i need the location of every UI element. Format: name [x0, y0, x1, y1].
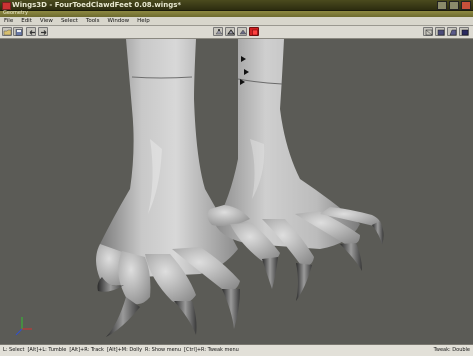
menu-window[interactable]: Window	[103, 17, 133, 25]
close-button[interactable]	[461, 1, 471, 10]
app-icon	[2, 2, 11, 10]
edge-mode-icon[interactable]	[225, 27, 235, 36]
menu-file[interactable]: File	[0, 17, 17, 25]
smooth-shaded-icon[interactable]	[435, 27, 445, 36]
menu-bar: File Edit View Select Tools Window Help	[0, 17, 473, 26]
undo-icon[interactable]	[26, 27, 36, 36]
minimize-button[interactable]	[437, 1, 447, 10]
maximize-button[interactable]	[449, 1, 459, 10]
hint-tumble: [Alt]+L: Tumble	[27, 347, 67, 353]
title-bar: Wings3D - FourToedClawdFeet 0.08.wings*	[0, 0, 473, 11]
flat-shaded-icon[interactable]	[459, 27, 469, 36]
hint-track: [Alt]+R: Track	[69, 347, 104, 353]
menu-help[interactable]: Help	[133, 17, 154, 25]
viewport-3d[interactable]	[0, 39, 473, 343]
menu-view[interactable]: View	[36, 17, 57, 25]
hint-show-menu: R: Show menu	[145, 347, 182, 353]
vertex-mode-icon[interactable]	[213, 27, 223, 36]
axis-gizmo	[15, 317, 32, 336]
hint-tweak-menu: [Ctrl]+R: Tweak menu	[184, 347, 239, 353]
perspective-icon[interactable]	[447, 27, 457, 36]
save-icon[interactable]	[13, 27, 23, 36]
toolbar	[0, 26, 473, 39]
redo-icon[interactable]	[38, 27, 48, 36]
wireframe-icon[interactable]	[423, 27, 433, 36]
folder-open-icon[interactable]	[2, 27, 12, 36]
status-bar: L: Select [Alt]+L: Tumble [Alt]+R: Track…	[0, 344, 473, 356]
tweak-status: Tweak: Double	[433, 347, 470, 353]
menu-select[interactable]: Select	[57, 17, 82, 25]
hint-select: L: Select	[3, 347, 25, 353]
window-title: Wings3D - FourToedClawdFeet 0.08.wings*	[12, 1, 182, 9]
feet-model	[15, 39, 384, 337]
geometry-label: Geometry	[3, 10, 28, 16]
menu-edit[interactable]: Edit	[17, 17, 36, 25]
body-mode-icon[interactable]	[249, 27, 259, 36]
face-mode-icon[interactable]	[237, 27, 247, 36]
hint-dolly: [Alt]+M: Dolly	[106, 347, 143, 353]
menu-tools[interactable]: Tools	[82, 17, 104, 25]
